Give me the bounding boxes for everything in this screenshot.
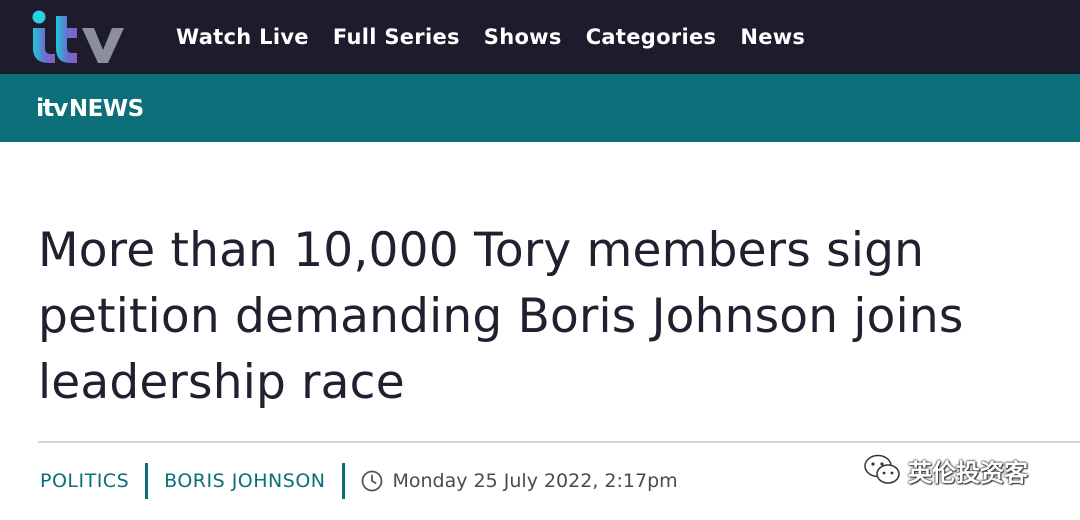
watermark: 英伦投资客 [862,452,1028,488]
itv-news-logo[interactable]: itv NEWS [36,96,144,121]
itv-news-bar: itv NEWS [0,74,1080,142]
tag-boris-johnson[interactable]: BORIS JOHNSON [164,470,325,492]
nav-shows[interactable]: Shows [484,25,562,49]
headline-divider [38,441,1080,443]
wechat-icon [864,454,900,484]
tag-separator [145,463,149,499]
publish-timestamp: Monday 25 July 2022, 2:17pm [392,470,678,492]
itv-logo[interactable] [30,10,132,64]
tag-separator [341,463,345,499]
article-meta: POLITICS BORIS JOHNSON Monday 25 July 20… [40,462,678,500]
itv-news-logo-news: NEWS [68,96,144,122]
itv-news-logo-itv: itv [36,94,68,122]
top-navigation-bar: Watch Live Full Series Shows Categories … [0,0,1080,74]
tag-politics[interactable]: POLITICS [40,470,129,492]
headline-line: More than 10,000 Tory members sign [38,223,925,278]
watermark-text: 英伦投资客 [908,458,1028,487]
nav-categories[interactable]: Categories [586,25,717,49]
headline-line: petition demanding Boris Johnson joins [38,289,964,344]
nav-news[interactable]: News [740,25,805,49]
nav-watch-live[interactable]: Watch Live [176,25,309,49]
clock-icon [361,470,382,492]
main-nav: Watch Live Full Series Shows Categories … [176,0,805,74]
article-headline: More than 10,000 Tory members sign petit… [38,218,1058,416]
headline-line: leadership race [38,355,405,410]
nav-full-series[interactable]: Full Series [333,25,460,49]
